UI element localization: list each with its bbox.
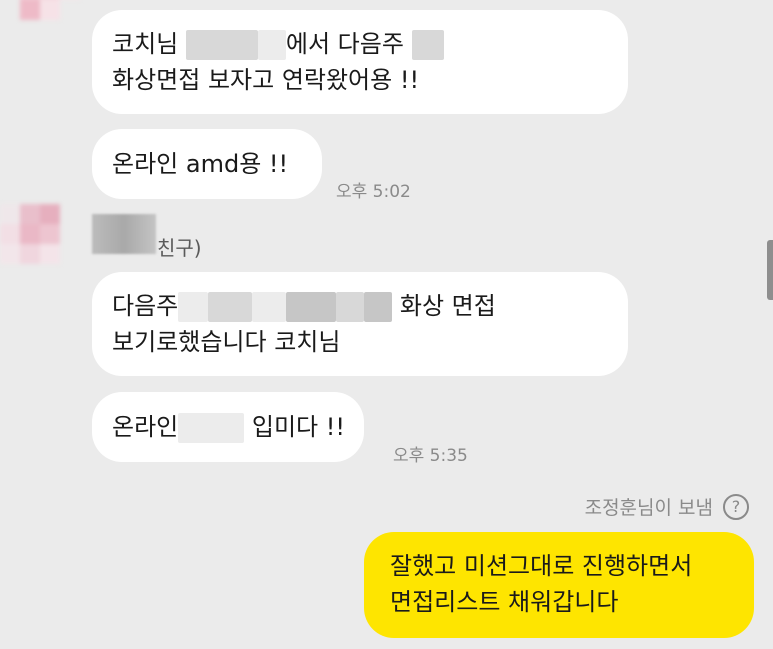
message-text: 온라인 amd용 !! — [112, 150, 289, 178]
redacted-block — [336, 292, 365, 322]
help-icon[interactable]: ? — [723, 493, 749, 520]
avatar[interactable] — [0, 0, 70, 20]
redacted-block — [364, 292, 393, 322]
message-text: 에서 다음주 — [285, 30, 404, 58]
scrollbar[interactable] — [767, 240, 773, 300]
incoming-message-bubble[interactable]: 다음주 화상 면접 보기로했습니다 코치님 — [92, 272, 628, 376]
message-text: 다음주 — [112, 292, 179, 320]
message-line: 코치님 에서 다음주 — [112, 26, 608, 62]
message-text: 화상 면접 — [399, 292, 496, 320]
message-line: 다음주 화상 면접 — [112, 288, 608, 324]
message-text: 화상면접 보자고 연락왔어용 !! — [112, 66, 420, 94]
redacted-block — [286, 292, 337, 322]
incoming-message-bubble[interactable]: 온라인 amd용 !! — [92, 129, 322, 199]
message-text: 입미다 !! — [251, 413, 346, 441]
redacted-block — [178, 292, 209, 322]
sent-by-note: 조정훈님이 보냄 ? — [585, 493, 749, 520]
sender-name-redacted — [92, 214, 156, 254]
outgoing-message-bubble[interactable]: 잘했고 미션그대로 진행하면서 면접리스트 채워갑니다 — [364, 532, 754, 638]
redacted-block — [257, 30, 286, 60]
sent-by-label: 조정훈님이 보냄 — [584, 497, 713, 519]
redacted-block — [411, 30, 444, 60]
message-text: 잘했고 미션그대로 진행하면서 — [390, 552, 693, 580]
message-timestamp: 오후 5:02 — [336, 182, 411, 202]
incoming-message-bubble[interactable]: 코치님 에서 다음주 화상면접 보자고 연락왔어용 !! — [92, 10, 628, 114]
message-text: 온라인 — [112, 413, 179, 441]
message-text: 면접리스트 채워갑니다 — [390, 588, 619, 616]
redacted-block — [185, 30, 258, 60]
redacted-block — [252, 292, 287, 322]
message-text: 코치님 — [112, 30, 179, 58]
avatar[interactable] — [0, 204, 72, 284]
redacted-block — [178, 413, 245, 443]
incoming-message-bubble[interactable]: 온라인 입미다 !! — [92, 392, 364, 462]
sender-name: 친구) — [157, 236, 202, 260]
message-text: 보기로했습니다 코치님 — [112, 328, 341, 356]
message-timestamp: 오후 5:35 — [393, 446, 468, 466]
redacted-block — [208, 292, 253, 322]
